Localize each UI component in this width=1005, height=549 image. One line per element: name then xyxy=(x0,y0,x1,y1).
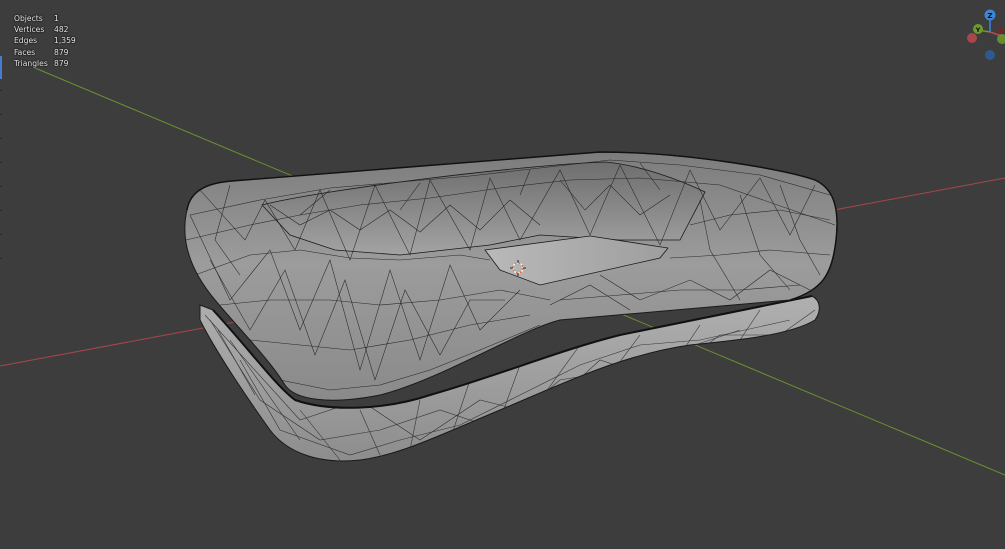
stat-row-edges: Edges 1,359 xyxy=(14,35,94,46)
navigation-gizmo[interactable]: Z Y xyxy=(967,9,1005,61)
gizmo-neg-z-handle xyxy=(985,50,995,60)
stat-row-faces: Faces 879 xyxy=(14,47,94,58)
stat-label: Faces xyxy=(14,47,36,57)
stat-label: Objects xyxy=(14,14,43,23)
stat-row-vertices: Vertices 482 xyxy=(14,24,94,35)
stat-value: 1,359 xyxy=(54,36,76,46)
gizmo-neg-x-handle xyxy=(967,33,977,43)
stat-row-objects: Objects 1 xyxy=(14,13,94,24)
stat-value: 879 xyxy=(54,47,69,57)
gizmo-y-label: Y xyxy=(975,26,981,34)
stat-row-triangles: Triangles 879 xyxy=(14,58,94,69)
stat-value: 879 xyxy=(54,58,69,68)
toolbar-edge xyxy=(0,90,2,280)
stat-label: Edges xyxy=(14,36,38,46)
stat-value: 482 xyxy=(54,25,69,35)
stat-label: Vertices xyxy=(14,25,45,35)
3d-viewport[interactable]: Z Y Objects 1 Vertices 482 Edges 1,359 F… xyxy=(0,0,1005,549)
active-tool-indicator xyxy=(0,56,2,79)
gizmo-z-label: Z xyxy=(987,12,992,20)
scene-canvas[interactable]: Z Y xyxy=(0,0,1005,549)
stat-value: 1 xyxy=(54,14,59,23)
statistics-overlay: Objects 1 Vertices 482 Edges 1,359 Faces… xyxy=(14,13,94,69)
stat-label: Triangles xyxy=(14,58,48,68)
gizmo-neg-y-handle xyxy=(997,26,1005,34)
